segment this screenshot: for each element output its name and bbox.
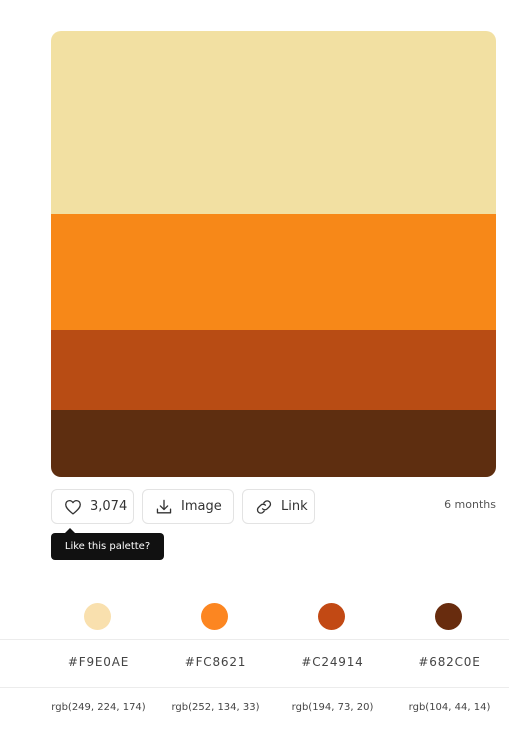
swatch-4[interactable]: [51, 410, 496, 477]
like-count: 3,074: [90, 499, 128, 514]
divider-bottom: [0, 687, 509, 688]
swatch-1[interactable]: [51, 31, 496, 214]
hex-code-1[interactable]: #F9E0AE: [40, 655, 157, 669]
palette-actions: 3,074 Image Link: [51, 489, 315, 524]
like-tooltip: Like this palette?: [51, 528, 164, 560]
image-label: Image: [181, 499, 222, 514]
color-dots: [40, 603, 508, 630]
rgb-code-1[interactable]: rgb(249, 224, 174): [40, 702, 157, 713]
palette-page: 3,074 Image Link 6 months Like this pale…: [0, 0, 509, 733]
hex-code-4[interactable]: #682C0E: [391, 655, 508, 669]
color-dot-1[interactable]: [84, 603, 111, 630]
link-icon: [255, 499, 273, 515]
swatch-3[interactable]: [51, 330, 496, 410]
hex-code-2[interactable]: #FC8621: [157, 655, 274, 669]
link-label: Link: [281, 499, 308, 514]
download-image-button[interactable]: Image: [142, 489, 234, 524]
color-dot-4[interactable]: [435, 603, 462, 630]
hex-codes: #F9E0AE #FC8621 #C24914 #682C0E: [40, 655, 508, 671]
hex-code-3[interactable]: #C24914: [274, 655, 391, 669]
palette-age: 6 months: [444, 498, 496, 511]
swatch-2[interactable]: [51, 214, 496, 330]
color-dot-2[interactable]: [201, 603, 228, 630]
copy-link-button[interactable]: Link: [242, 489, 315, 524]
divider-top: [0, 639, 509, 640]
rgb-code-4[interactable]: rgb(104, 44, 14): [391, 702, 508, 713]
heart-icon: [64, 499, 82, 515]
rgb-code-2[interactable]: rgb(252, 134, 33): [157, 702, 274, 713]
color-dot-3[interactable]: [318, 603, 345, 630]
palette-preview[interactable]: [51, 31, 496, 477]
download-icon: [155, 499, 173, 515]
like-button[interactable]: 3,074: [51, 489, 134, 524]
rgb-code-3[interactable]: rgb(194, 73, 20): [274, 702, 391, 713]
rgb-codes: rgb(249, 224, 174) rgb(252, 134, 33) rgb…: [40, 702, 508, 716]
